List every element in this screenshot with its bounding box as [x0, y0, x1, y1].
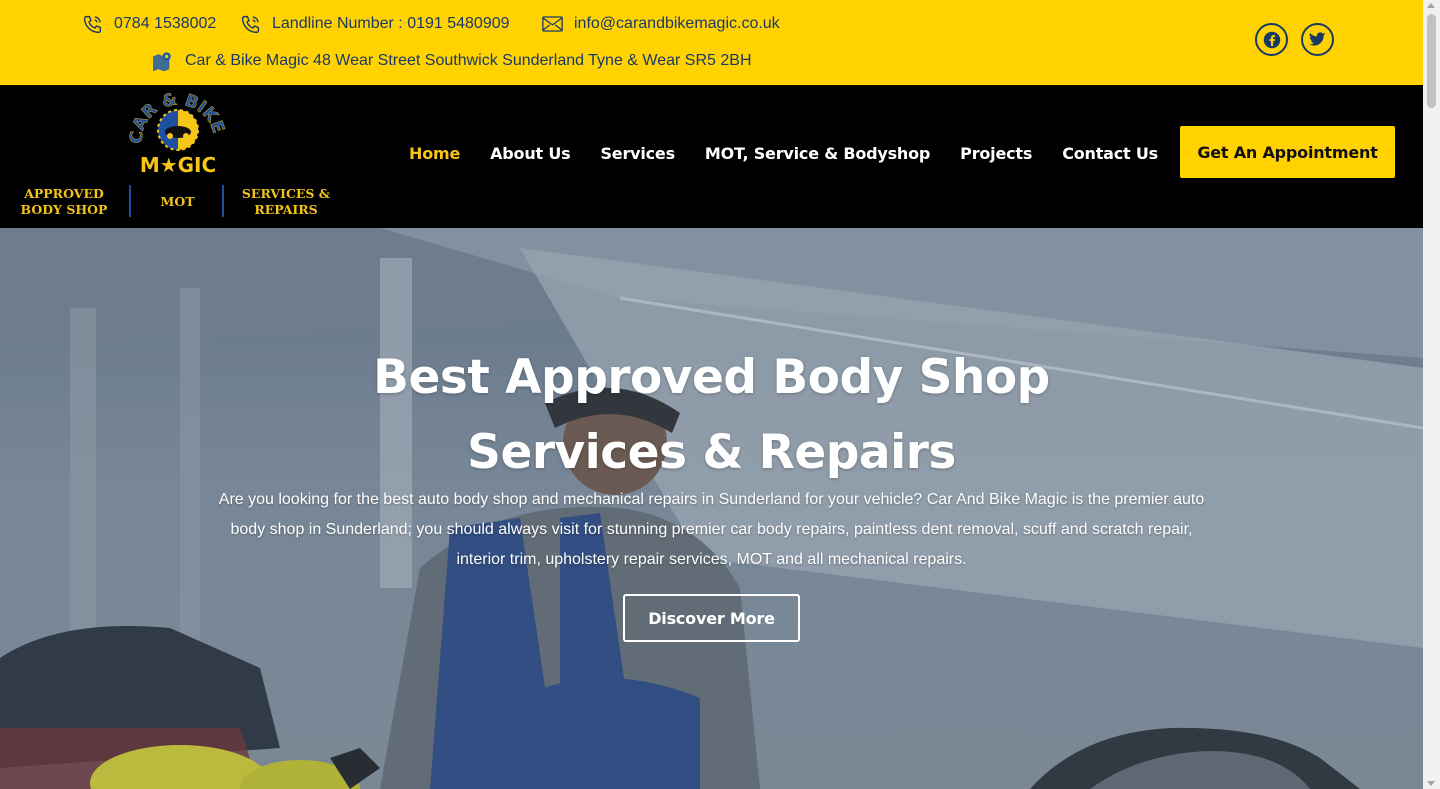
address-contact: Car & Bike Magic 48 Wear Street Southwic… — [152, 50, 752, 72]
badge-mot: MOT — [160, 194, 195, 209]
nav-services[interactable]: Services — [585, 144, 689, 163]
twitter-link[interactable] — [1301, 23, 1334, 56]
landline-contact[interactable]: Landline Number : 0191 5480909 — [240, 13, 510, 35]
hero-section: Best Approved Body Shop Services & Repai… — [0, 228, 1423, 789]
car-and-bike-magic-logo: CAR & BIKE M★GIC — [126, 89, 228, 177]
badge-approved-body-shop: APPROVED BODY SHOP — [20, 186, 108, 217]
site-logo[interactable]: CAR & BIKE M★GIC — [126, 89, 228, 180]
badge-divider — [129, 185, 131, 217]
landline-number[interactable]: Landline Number : 0191 5480909 — [272, 15, 510, 33]
nav-home[interactable]: Home — [394, 144, 475, 163]
email-address[interactable]: info@carandbikemagic.co.uk — [574, 15, 780, 33]
logo-wordmark: M★GIC — [140, 153, 216, 177]
badge-divider — [222, 185, 224, 217]
site-header: CAR & BIKE M★GIC APPROVED BODY SHOP MOT … — [0, 85, 1423, 228]
phone-contact[interactable]: 0784 1538002 — [82, 13, 216, 35]
hero-title-line2: Services & Repairs — [467, 425, 956, 480]
main-nav: Home About Us Services MOT, Service & Bo… — [394, 144, 1173, 163]
facebook-icon — [1263, 31, 1280, 48]
map-icon — [153, 52, 171, 71]
scroll-thumb[interactable] — [1427, 14, 1436, 108]
hero-description: Are you looking for the best auto body s… — [218, 491, 1205, 568]
mail-icon — [542, 16, 563, 32]
page-scrollbar[interactable] — [1423, 0, 1440, 789]
twitter-icon — [1309, 32, 1326, 46]
email-contact[interactable]: info@carandbikemagic.co.uk — [542, 13, 780, 35]
address-text: Car & Bike Magic 48 Wear Street Southwic… — [185, 52, 752, 69]
nav-contact-us[interactable]: Contact Us — [1047, 144, 1173, 163]
phone-icon — [241, 15, 260, 33]
hero-title: Best Approved Body Shop Services & Repai… — [0, 340, 1423, 490]
facebook-link[interactable] — [1255, 23, 1288, 56]
get-appointment-button[interactable]: Get An Appointment — [1180, 126, 1395, 178]
nav-about-us[interactable]: About Us — [475, 144, 585, 163]
badge-services-repairs: SERVICES & REPAIRS — [241, 186, 331, 217]
scroll-down-arrow-icon[interactable] — [1427, 781, 1435, 786]
nav-projects[interactable]: Projects — [945, 144, 1047, 163]
phone-number[interactable]: 0784 1538002 — [114, 15, 216, 33]
discover-more-button[interactable]: Discover More — [623, 594, 800, 642]
top-info-bar: 0784 1538002 Landline Number : 0191 5480… — [0, 0, 1423, 85]
hero-title-line1: Best Approved Body Shop — [373, 350, 1050, 405]
nav-mot-service-bodyshop[interactable]: MOT, Service & Bodyshop — [690, 144, 945, 163]
phone-icon — [83, 15, 102, 33]
scroll-up-arrow-icon[interactable] — [1427, 3, 1435, 8]
